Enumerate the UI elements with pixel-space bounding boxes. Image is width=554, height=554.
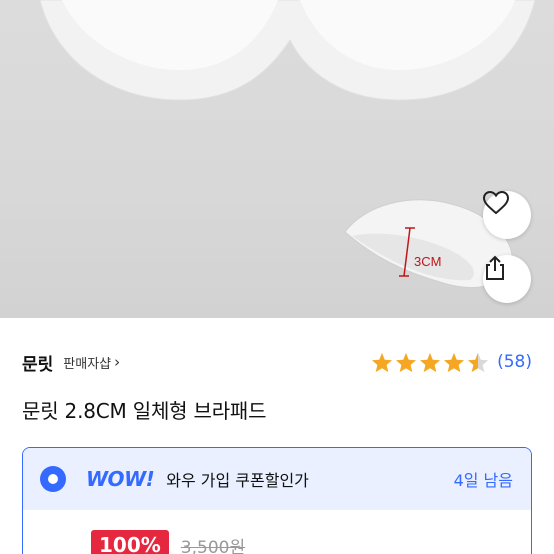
rating-stars[interactable]: (58) xyxy=(371,352,532,373)
seller-shop-link[interactable]: 판매자샵 › xyxy=(63,353,120,372)
product-image[interactable]: 3CM xyxy=(0,0,554,318)
days-remaining: 4일 남음 xyxy=(453,471,513,490)
star-icon xyxy=(372,352,393,372)
seller-row: 문릿 판매자샵 › (58) xyxy=(22,347,532,377)
product-photo-svg: 3CM xyxy=(39,0,536,288)
wow-coupon-label: 와우 가입 쿠폰할인가 xyxy=(166,471,309,490)
star-half-icon xyxy=(468,352,489,372)
wow-coupon-option[interactable]: WOW! 와우 가입 쿠폰할인가 4일 남음 100% 3,500원 xyxy=(22,447,532,554)
wishlist-button[interactable] xyxy=(483,191,531,239)
heart-icon xyxy=(483,191,509,215)
chevron-right-icon: › xyxy=(114,353,121,371)
radio-selected-icon[interactable] xyxy=(40,466,66,492)
original-price: 3,500원 xyxy=(180,537,246,554)
thickness-label: 3CM xyxy=(414,254,441,269)
star-icon xyxy=(444,352,465,372)
share-button[interactable] xyxy=(483,255,531,303)
product-title: 문릿 2.8CM 일체형 브라패드 xyxy=(22,399,267,423)
price-row: 100% 3,500원 xyxy=(91,530,245,554)
wow-logo: WOW! xyxy=(86,467,155,491)
share-icon xyxy=(486,255,504,280)
star-icon xyxy=(420,352,441,372)
review-count[interactable]: (58) xyxy=(497,352,532,372)
brand-name[interactable]: 문릿 xyxy=(22,350,53,375)
star-icon xyxy=(396,352,417,372)
wow-coupon-header: WOW! 와우 가입 쿠폰할인가 4일 남음 xyxy=(23,448,531,510)
discount-badge: 100% xyxy=(91,530,169,554)
seller-shop-label: 판매자샵 xyxy=(63,356,112,372)
